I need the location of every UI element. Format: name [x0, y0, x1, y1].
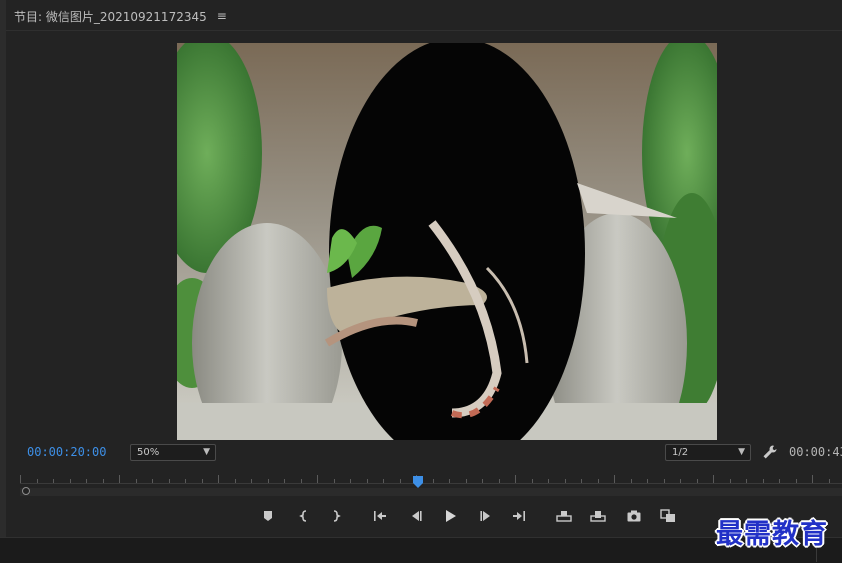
ruler-tick	[713, 475, 714, 483]
panel-title[interactable]: 节目: 微信图片_20210921172345	[14, 8, 207, 25]
video-frame-image	[177, 43, 717, 440]
ruler-tick	[697, 479, 698, 483]
panel-menu-icon[interactable]: ≡	[217, 9, 227, 23]
ruler-tick	[185, 479, 186, 483]
ruler-tick	[647, 479, 648, 483]
ruler-tick	[169, 479, 170, 483]
step-forward-icon	[480, 511, 490, 521]
ruler-tick	[433, 479, 434, 483]
zoom-scroll-bar[interactable]	[20, 488, 842, 496]
go-to-out-button[interactable]	[509, 506, 529, 526]
ruler-tick	[235, 479, 236, 483]
zoom-level-select[interactable]: 50% ▼	[130, 444, 216, 461]
mark-in-icon	[299, 510, 307, 522]
panel-header: 节目: 微信图片_20210921172345 ≡	[14, 6, 227, 26]
mark-out-button[interactable]	[326, 506, 346, 526]
video-preview[interactable]	[177, 43, 717, 440]
play-button[interactable]	[440, 506, 460, 526]
ruler-tick	[565, 479, 566, 483]
ruler-tick	[796, 479, 797, 483]
duration-timecode: 00:00:43	[789, 445, 842, 459]
ruler-tick	[301, 479, 302, 483]
ruler-baseline	[20, 483, 842, 484]
ruler-tick	[680, 479, 681, 483]
ruler-tick	[383, 479, 384, 483]
ruler-tick	[581, 479, 582, 483]
header-divider	[6, 30, 842, 31]
ruler-tick	[251, 479, 252, 483]
ruler-tick	[400, 479, 401, 483]
overwrite-button[interactable]	[588, 506, 608, 526]
watermark-logo: 最需教育	[716, 519, 828, 550]
ruler-tick	[70, 479, 71, 483]
ruler-tick	[466, 479, 467, 483]
ruler-tick	[350, 479, 351, 483]
overwrite-icon	[590, 511, 606, 522]
ruler-tick	[598, 479, 599, 483]
chevron-down-icon: ▼	[203, 447, 210, 457]
compare-icon	[660, 509, 675, 522]
step-back-button[interactable]	[406, 506, 426, 526]
play-icon	[446, 510, 456, 522]
ruler-tick	[53, 479, 54, 483]
ruler-tick	[499, 479, 500, 483]
ruler-tick	[829, 479, 830, 483]
export-frame-button[interactable]	[624, 506, 644, 526]
chevron-down-icon: ▼	[738, 447, 745, 457]
ruler-tick	[449, 479, 450, 483]
ruler-tick	[268, 479, 269, 483]
ruler-tick	[218, 475, 219, 483]
add-marker-button[interactable]	[258, 506, 278, 526]
wrench-icon[interactable]	[762, 444, 778, 460]
ruler-tick	[119, 475, 120, 483]
ruler-tick	[548, 479, 549, 483]
ruler-tick	[284, 479, 285, 483]
mark-in-button[interactable]	[294, 506, 314, 526]
step-back-icon	[412, 511, 422, 521]
ruler-tick	[202, 479, 203, 483]
ruler-tick	[20, 475, 21, 483]
ruler-tick	[515, 475, 516, 483]
marker-icon	[264, 511, 272, 521]
ruler-tick	[631, 479, 632, 483]
ruler-tick	[103, 479, 104, 483]
ruler-tick	[730, 479, 731, 483]
playhead-marker[interactable]	[413, 473, 423, 488]
ruler-tick	[779, 479, 780, 483]
ruler-tick	[86, 479, 87, 483]
ruler-tick	[812, 475, 813, 483]
insert-button[interactable]	[554, 506, 574, 526]
time-ruler[interactable]	[20, 470, 842, 486]
zoom-level-value: 50%	[137, 447, 160, 458]
insert-icon	[556, 511, 572, 522]
go-to-out-icon	[513, 511, 525, 521]
ruler-tick	[614, 475, 615, 483]
ruler-tick	[317, 475, 318, 483]
step-forward-button[interactable]	[476, 506, 496, 526]
ruler-tick	[37, 479, 38, 483]
mark-out-icon	[333, 510, 341, 522]
ruler-tick	[367, 479, 368, 483]
go-to-in-icon	[374, 511, 386, 521]
ruler-tick	[763, 479, 764, 483]
ruler-tick	[334, 479, 335, 483]
ruler-tick	[664, 479, 665, 483]
go-to-in-button[interactable]	[370, 506, 390, 526]
current-timecode[interactable]: 00:00:20:00	[27, 445, 106, 459]
ruler-tick	[482, 479, 483, 483]
comparison-view-button[interactable]	[658, 506, 678, 526]
resolution-value: 1/2	[672, 447, 689, 458]
ruler-tick	[746, 479, 747, 483]
ruler-tick	[136, 479, 137, 483]
ruler-tick	[532, 479, 533, 483]
ruler-tick	[152, 479, 153, 483]
camera-icon	[627, 510, 641, 522]
zoom-scroll-handle[interactable]	[22, 487, 30, 495]
playback-resolution-select[interactable]: 1/2 ▼	[665, 444, 751, 461]
